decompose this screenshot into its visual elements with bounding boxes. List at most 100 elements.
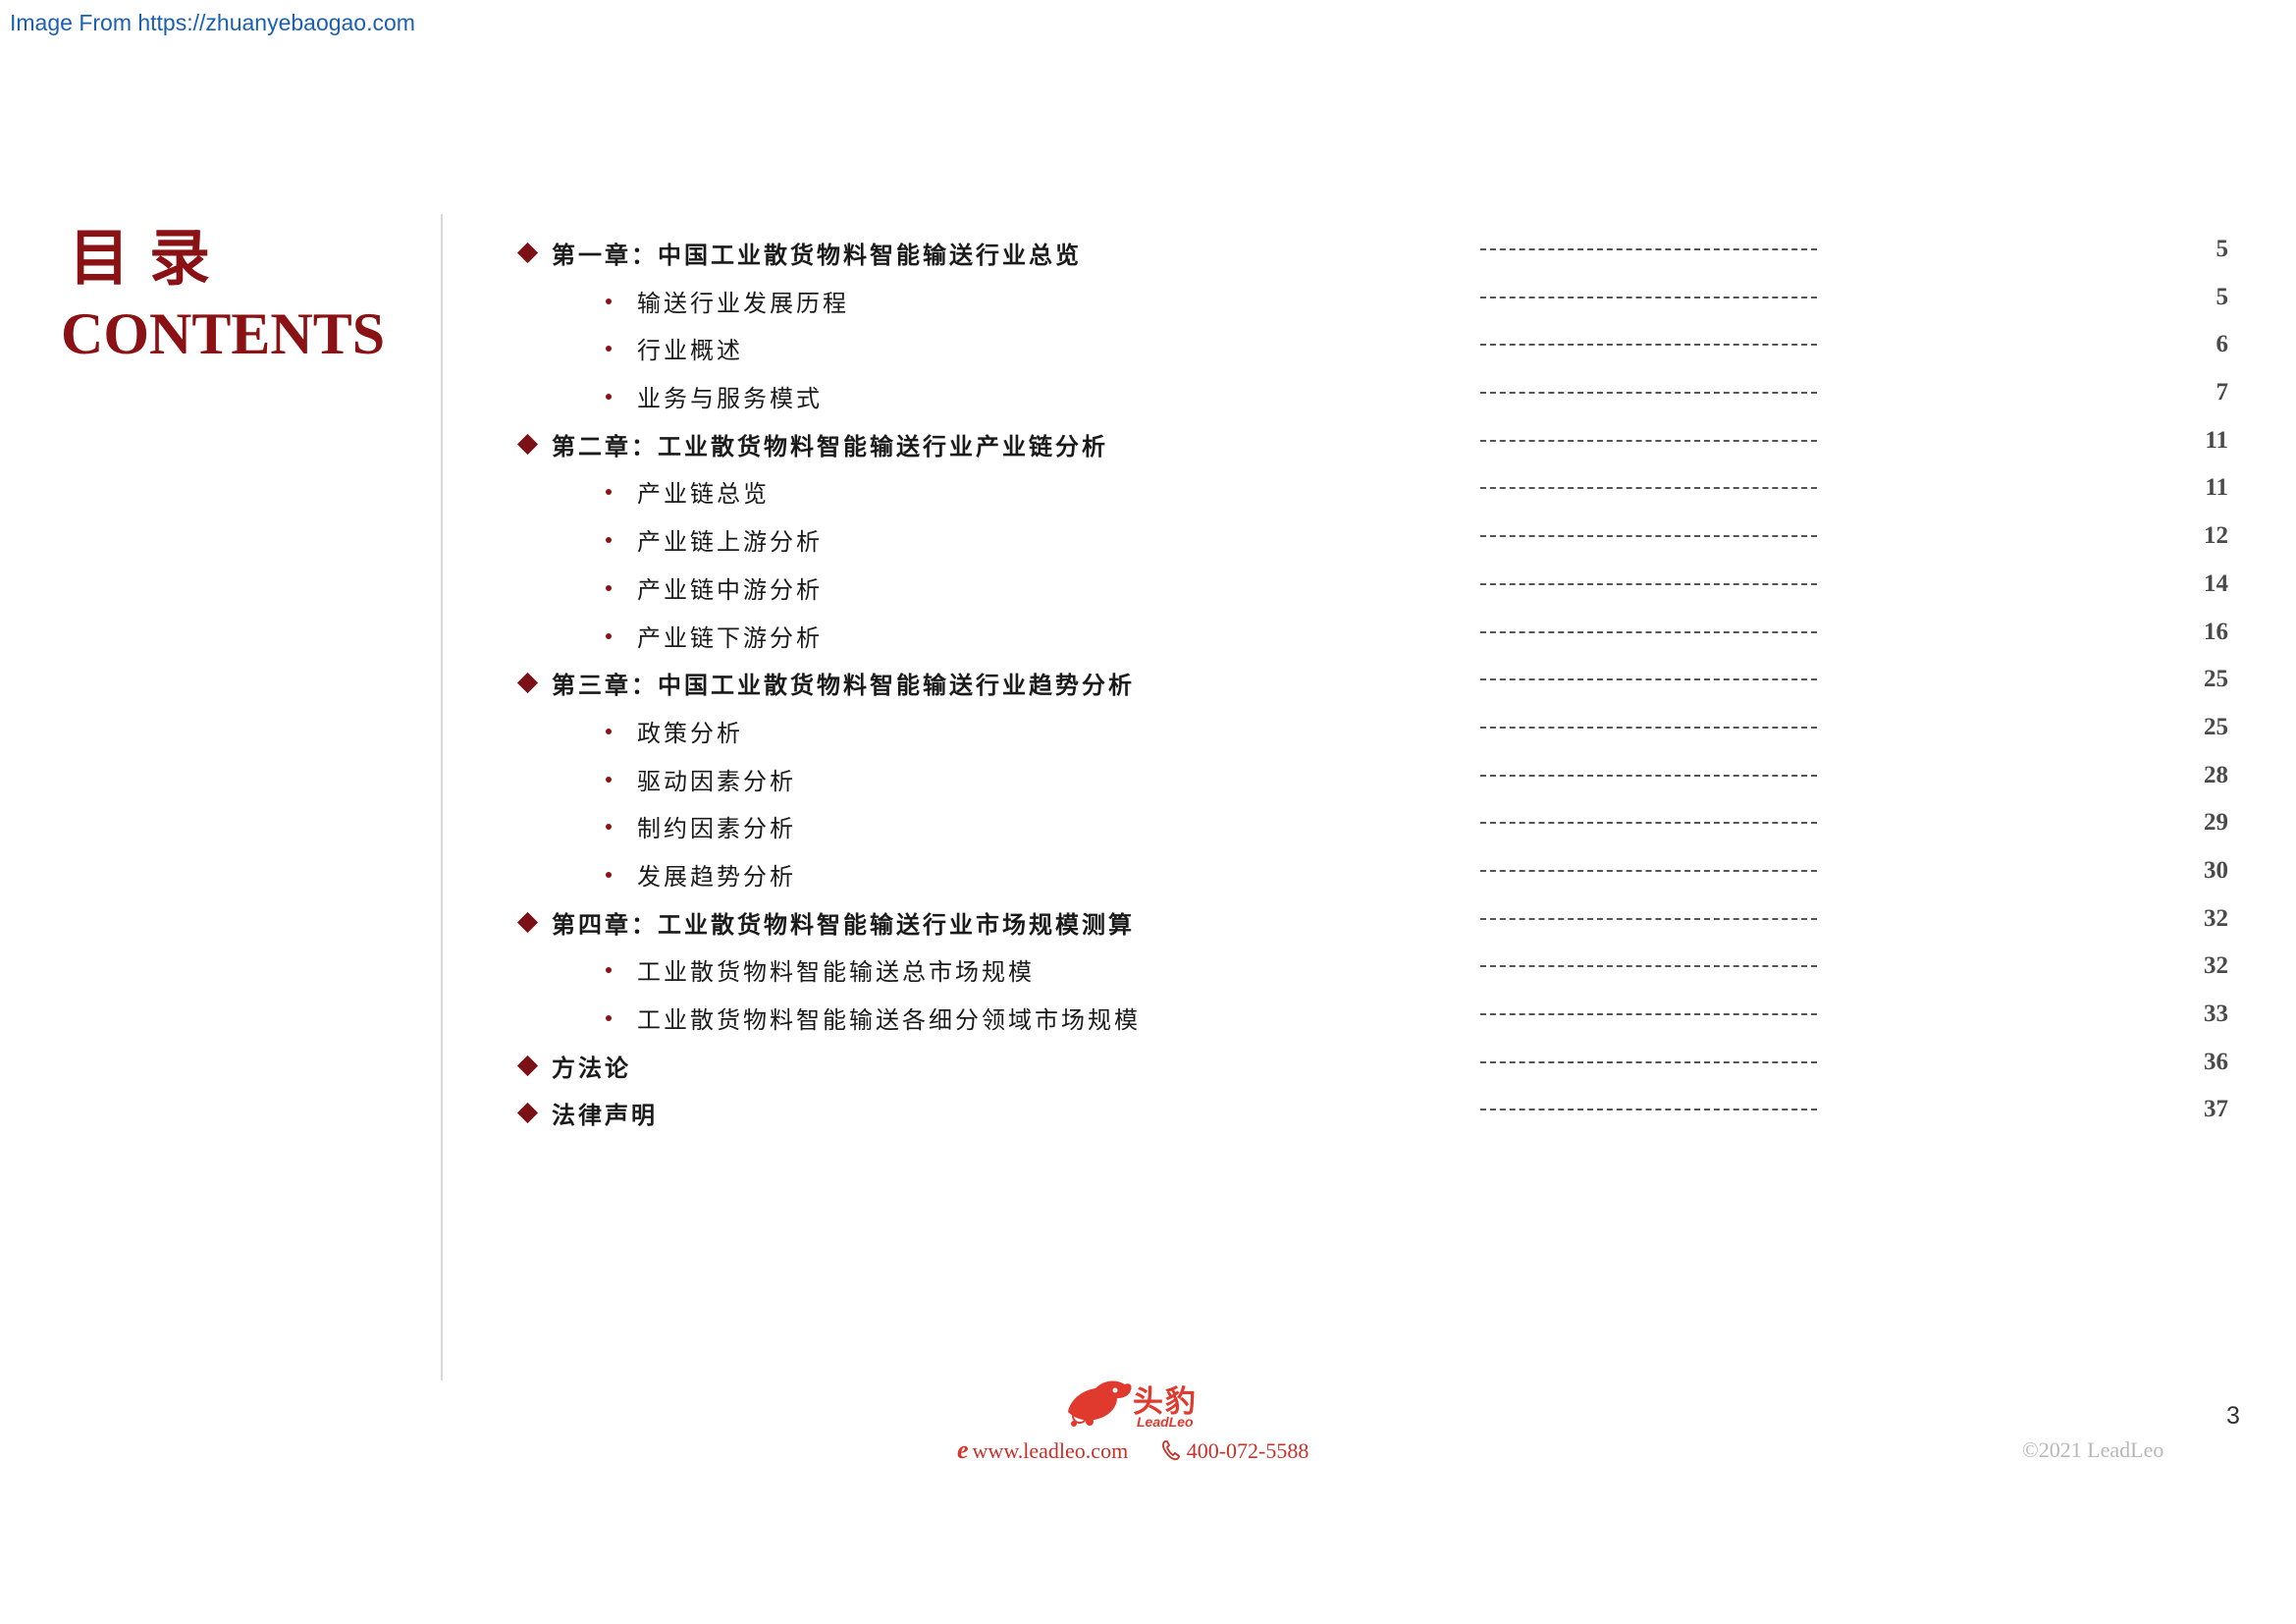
- toc-entry-label: 方法论: [552, 1053, 631, 1082]
- toc-page-number: 6: [2216, 331, 2229, 358]
- dotted-leader: [1480, 296, 1817, 298]
- toc-entry-label: 制约因素分析: [637, 815, 796, 843]
- phone-number[interactable]: 400-072-5588: [1187, 1438, 1309, 1463]
- bullet-dot-icon: [606, 346, 612, 352]
- toc-entry-label: 业务与服务模式: [637, 385, 823, 413]
- toc-entry-label: 产业链上游分析: [637, 528, 823, 557]
- toc-entry-label: 输送行业发展历程: [637, 289, 849, 317]
- toc-page-number: 5: [2216, 283, 2229, 310]
- toc-entry-label: 法律声明: [552, 1101, 658, 1130]
- toc-entry-label: 工业散货物料智能输送总市场规模: [637, 958, 1035, 987]
- toc-page-number: 33: [2204, 1001, 2228, 1027]
- toc-page-number: 11: [2205, 426, 2228, 454]
- bullet-dot-icon: [606, 394, 612, 401]
- toc-page-number: 30: [2204, 856, 2228, 884]
- dotted-leader: [1480, 630, 1817, 633]
- dotted-leader: [1480, 487, 1817, 490]
- toc-entry-label: 第四章：工业散货物料智能输送行业市场规模测算: [552, 909, 1135, 939]
- copyright-text: ©2021 LeadLeo: [2022, 1437, 2164, 1462]
- bullet-dot-icon: [606, 632, 612, 639]
- dotted-leader: [1480, 917, 1817, 920]
- toc-chapter-row[interactable]: 第三章：中国工业散货物料智能输送行业趋势分析 25: [515, 662, 2228, 710]
- dotted-leader: [1480, 582, 1817, 585]
- web-e-icon: e: [957, 1435, 969, 1464]
- diamond-icon: [516, 911, 539, 933]
- toc-section-row[interactable]: 政策分析 25: [515, 710, 2228, 758]
- toc-section-row[interactable]: 产业链下游分析 16: [515, 615, 2228, 663]
- bullet-dot-icon: [606, 298, 612, 304]
- diamond-icon: [516, 673, 539, 694]
- toc-chapter-row[interactable]: 第四章：工业散货物料智能输送行业市场规模测算 32: [515, 901, 2228, 949]
- toc-chapter-row[interactable]: 第二章：工业散货物料智能输送行业产业链分析 11: [515, 423, 2228, 471]
- page-number: 3: [2226, 1402, 2240, 1430]
- toc-section-row[interactable]: 驱动因素分析 28: [515, 758, 2228, 806]
- toc-page-number: 16: [2204, 618, 2228, 645]
- footer-contact: e www.leadleo.com 400-072-5588: [957, 1435, 1308, 1465]
- toc-entry-label: 产业链下游分析: [637, 623, 823, 652]
- title-english: CONTENTS: [61, 301, 386, 366]
- toc-page-number: 7: [2216, 379, 2229, 406]
- dotted-leader: [1480, 1060, 1817, 1063]
- phone-icon: [1161, 1440, 1180, 1461]
- toc-section-row[interactable]: 工业散货物料智能输送各细分领域市场规模 33: [515, 997, 2228, 1045]
- toc-page-number: 36: [2204, 1048, 2228, 1075]
- bullet-dot-icon: [606, 728, 612, 734]
- dotted-leader: [1480, 774, 1817, 777]
- bullet-dot-icon: [606, 584, 612, 591]
- toc-page-number: 32: [2204, 952, 2228, 980]
- diamond-icon: [516, 433, 539, 455]
- website-link[interactable]: www.leadleo.com: [973, 1438, 1129, 1463]
- toc-chapter-row[interactable]: 第一章：中国工业散货物料智能输送行业总览 5: [515, 232, 2228, 280]
- toc-section-row[interactable]: 制约因素分析 29: [515, 805, 2228, 853]
- toc-chapter-row[interactable]: 法律声明 37: [515, 1092, 2228, 1140]
- bullet-dot-icon: [606, 537, 612, 544]
- dotted-leader: [1480, 344, 1817, 347]
- toc-entry-label: 行业概述: [637, 337, 743, 365]
- toc-page-number: 12: [2204, 522, 2228, 550]
- diamond-icon: [516, 1055, 539, 1076]
- toc-section-row[interactable]: 工业散货物料智能输送总市场规模 32: [515, 948, 2228, 997]
- bullet-dot-icon: [606, 489, 612, 496]
- toc-entry-label: 产业链总览: [637, 480, 770, 509]
- diamond-icon: [516, 242, 539, 264]
- toc-entry-label: 第二章：工业散货物料智能输送行业产业链分析: [552, 431, 1108, 460]
- dotted-leader: [1480, 869, 1817, 872]
- bullet-dot-icon: [606, 967, 612, 974]
- toc-section-row[interactable]: 产业链上游分析 12: [515, 518, 2228, 567]
- toc-page-number: 37: [2204, 1096, 2228, 1123]
- toc-entry-label: 工业散货物料智能输送各细分领域市场规模: [637, 1006, 1141, 1034]
- toc-section-row[interactable]: 行业概述 6: [515, 327, 2228, 375]
- dotted-leader: [1480, 392, 1817, 395]
- dotted-leader: [1480, 248, 1817, 250]
- toc-section-row[interactable]: 输送行业发展历程 5: [515, 280, 2228, 328]
- toc-section-row[interactable]: 业务与服务模式 7: [515, 375, 2228, 423]
- toc-page-number: 32: [2204, 904, 2228, 932]
- toc-page-number: 25: [2204, 713, 2228, 740]
- toc-chapter-row[interactable]: 方法论 36: [515, 1045, 2228, 1093]
- bullet-dot-icon: [606, 824, 612, 831]
- toc-page-number: 28: [2204, 761, 2228, 788]
- bullet-dot-icon: [606, 1015, 612, 1021]
- title-chinese: 目录: [69, 222, 231, 294]
- toc-entry-label: 驱动因素分析: [637, 767, 796, 795]
- toc-page-number: 11: [2205, 474, 2228, 502]
- toc-section-row[interactable]: 产业链中游分析 14: [515, 567, 2228, 615]
- dotted-leader: [1480, 822, 1817, 825]
- toc-page-number: 5: [2216, 236, 2229, 262]
- toc-entry-label: 发展趋势分析: [637, 862, 796, 891]
- toc-page-number: 14: [2204, 569, 2228, 597]
- dotted-leader: [1480, 535, 1817, 538]
- dotted-leader: [1480, 439, 1817, 442]
- toc-section-row[interactable]: 发展趋势分析 30: [515, 853, 2228, 901]
- toc-page-number: 29: [2204, 809, 2228, 837]
- toc-entry-label: 第一章：中国工业散货物料智能输送行业总览: [552, 241, 1082, 269]
- toc-page-number: 25: [2204, 666, 2228, 693]
- vertical-divider: [441, 214, 443, 1380]
- toc-entry-label: 第三章：中国工业散货物料智能输送行业趋势分析: [552, 671, 1135, 700]
- dotted-leader: [1480, 965, 1817, 968]
- dotted-leader: [1480, 726, 1817, 729]
- toc-section-row[interactable]: 产业链总览 11: [515, 470, 2228, 518]
- dotted-leader: [1480, 678, 1817, 681]
- source-link[interactable]: Image From https://zhuanyebaogao.com: [10, 10, 415, 36]
- bullet-dot-icon: [606, 871, 612, 878]
